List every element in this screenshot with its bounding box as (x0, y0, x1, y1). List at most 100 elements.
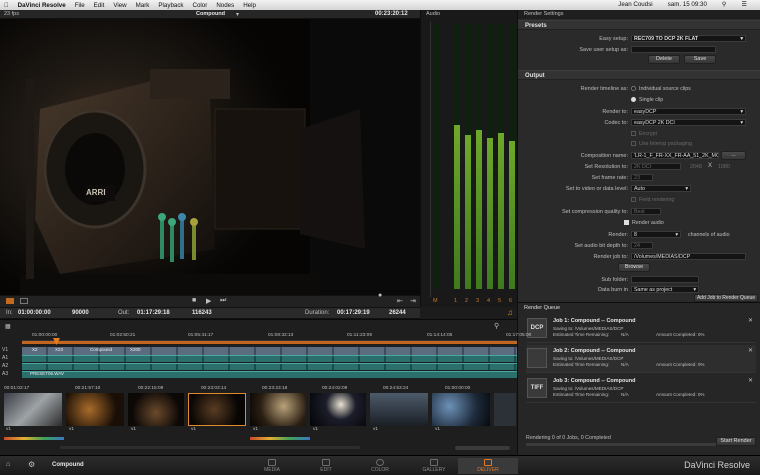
meter-channel-3 (476, 24, 482, 289)
render-job-input[interactable]: /Volumes/MEDIAS/DCP (631, 253, 746, 260)
user-name[interactable]: Jean Coudsi (618, 1, 652, 8)
audio-track-a2[interactable] (22, 363, 517, 370)
clip-color-bar (4, 437, 64, 440)
close-icon[interactable]: ✕ (748, 377, 753, 384)
stop-icon[interactable]: ■ (192, 297, 196, 304)
playhead-marker-icon[interactable]: ● (378, 292, 382, 299)
add-job-button[interactable]: Add Job to Render Queue (694, 294, 758, 302)
delete-button[interactable]: Delete (648, 55, 680, 64)
timeline-ruler[interactable]: 01:00:00:00 01:02:50:21 01:05:41:17 01:0… (22, 332, 531, 341)
page-media[interactable]: MEDIA (242, 458, 302, 474)
subfolder-input[interactable] (631, 276, 699, 283)
chevron-down-icon[interactable]: ▾ (236, 11, 239, 18)
app-menu[interactable]: DaVinci Resolve (18, 2, 66, 9)
menu-file[interactable]: File (75, 2, 85, 9)
video-level-select[interactable]: Auto ▾ (631, 185, 691, 192)
grid-icon[interactable]: ▦ (5, 323, 11, 330)
render-audio-checkbox[interactable]: Render audio (624, 220, 664, 226)
subfolder-label: Sub folder: (601, 277, 628, 283)
clip-thumbnail[interactable] (66, 393, 124, 426)
clip-thumbnail[interactable] (432, 393, 490, 426)
queue-job-1[interactable]: DCP Job 1: Compound -- Compound Saving t… (526, 315, 756, 343)
audio-title: Audio (426, 11, 441, 17)
play-icon[interactable]: ▶ (206, 297, 211, 305)
menu-edit[interactable]: Edit (94, 2, 105, 9)
comp-name-browse-button[interactable]: ... (721, 151, 746, 160)
page-gallery[interactable]: GALLERY (404, 458, 464, 474)
audio-note-icon[interactable]: ♫ (507, 308, 513, 317)
close-icon[interactable]: ✕ (748, 347, 753, 354)
queue-job-3[interactable]: TIFF Job 3: Compound -- Compound Saving … (526, 375, 756, 403)
render-to-select[interactable]: easyDCP ▾ (631, 108, 746, 115)
easy-setup-select[interactable]: REC709 TO DCP 2K FLAT ▾ (631, 35, 746, 42)
zoom-slider[interactable] (455, 446, 510, 450)
clip-thumbnail[interactable] (128, 393, 184, 426)
menubar-clock[interactable]: sam. 15 09:30 (668, 1, 707, 8)
page-edit[interactable]: EDIT (296, 458, 356, 474)
apple-icon[interactable]:  (4, 2, 9, 9)
out-timecode[interactable]: 01:17:29:18 (137, 310, 170, 316)
render-queue-title: Render Queue (524, 305, 561, 311)
queue-job-2[interactable]: Job 2: Compound -- Compound Saving to: /… (526, 345, 756, 373)
menu-playback[interactable]: Playback (158, 2, 183, 9)
render-range-bar[interactable] (22, 341, 517, 344)
ruler-tc: 01:05:41:17 (188, 333, 214, 338)
channels-select[interactable]: 8 ▾ (631, 231, 681, 238)
menu-help[interactable]: Help (243, 2, 256, 9)
data-burn-select[interactable]: Same as project ▾ (631, 286, 699, 293)
clip-tag-compound: Compound (90, 347, 113, 352)
clip-thumbnail[interactable] (250, 393, 306, 426)
audio-track-a3[interactable] (22, 371, 517, 378)
clip-thumbnail[interactable] (494, 393, 516, 426)
radio-single-clip[interactable]: Single clip (631, 97, 663, 103)
page-media-label: MEDIA (264, 467, 280, 473)
meter-label-4: 4 (487, 298, 491, 304)
list-icon[interactable]: ☰ (741, 1, 747, 8)
next-frame-icon[interactable]: ⇥ (410, 297, 416, 305)
viewer-image[interactable]: ARRI (0, 19, 420, 295)
radio-individual-clips[interactable]: Individual source clips (631, 86, 691, 92)
close-icon[interactable]: ✕ (748, 317, 753, 324)
encrypt-checkbox[interactable]: Encrypt (631, 131, 657, 137)
page-deliver[interactable]: DELIVER (458, 458, 518, 474)
frame-rate-select[interactable]: 23 (631, 174, 653, 181)
resolution-select[interactable]: 2K DCI (631, 163, 681, 170)
viewer-mode-icon[interactable] (20, 298, 28, 304)
start-render-button[interactable]: Start Render (716, 437, 756, 446)
save-user-input[interactable] (631, 46, 716, 53)
search-icon[interactable]: ⚲ (494, 322, 499, 330)
prev-frame-icon[interactable]: ⇤ (397, 297, 403, 305)
browse-button[interactable]: Browse (618, 263, 650, 272)
clip-thumbnail-selected[interactable] (188, 393, 246, 426)
folder-icon[interactable] (6, 298, 14, 304)
menu-nodes[interactable]: Nodes (216, 2, 234, 9)
menu-view[interactable]: View (113, 2, 126, 9)
field-rendering-checkbox[interactable]: Field rendering (631, 197, 674, 203)
menu-color[interactable]: Color (193, 2, 208, 9)
clip-thumbnail[interactable] (370, 393, 428, 426)
search-icon[interactable]: ⚲ (722, 1, 727, 8)
meter-channel-0 (433, 24, 439, 289)
clip-track-label: v1 (313, 427, 319, 432)
codec-select[interactable]: easyDCP 2K DCI ▾ (631, 119, 746, 126)
menu-mark[interactable]: Mark (136, 2, 150, 9)
comp-name-input[interactable]: 'LR-1_F_FR-XX_FR-AA_51_2K_MOM_CE (631, 152, 719, 159)
interop-checkbox[interactable]: Use Interop packaging (631, 141, 692, 147)
clip-thumbnail[interactable] (310, 393, 366, 426)
in-timecode[interactable]: 01:00:00:00 (18, 310, 51, 316)
save-button[interactable]: Save (684, 55, 716, 64)
clip-thumbnail[interactable] (4, 393, 62, 426)
clip-track-label: v1 (131, 427, 137, 432)
audio-track-a1[interactable] (22, 355, 517, 362)
timeline-scrollbar[interactable] (60, 446, 360, 449)
meter-label-6: 6 (509, 298, 513, 304)
compression-select[interactable]: Best (631, 208, 661, 215)
bit-depth-select[interactable]: 24 (631, 242, 653, 249)
page-color[interactable]: COLOR (350, 458, 410, 474)
skip-forward-icon[interactable]: ⏭ (220, 297, 226, 305)
home-icon[interactable]: ⌂ (6, 461, 10, 468)
gear-icon[interactable]: ⚙ (28, 460, 35, 469)
job-thumbnail-icon (527, 348, 547, 368)
render-settings-title: Render Settings (518, 10, 760, 19)
easy-setup-label: Easy setup: (599, 36, 628, 42)
